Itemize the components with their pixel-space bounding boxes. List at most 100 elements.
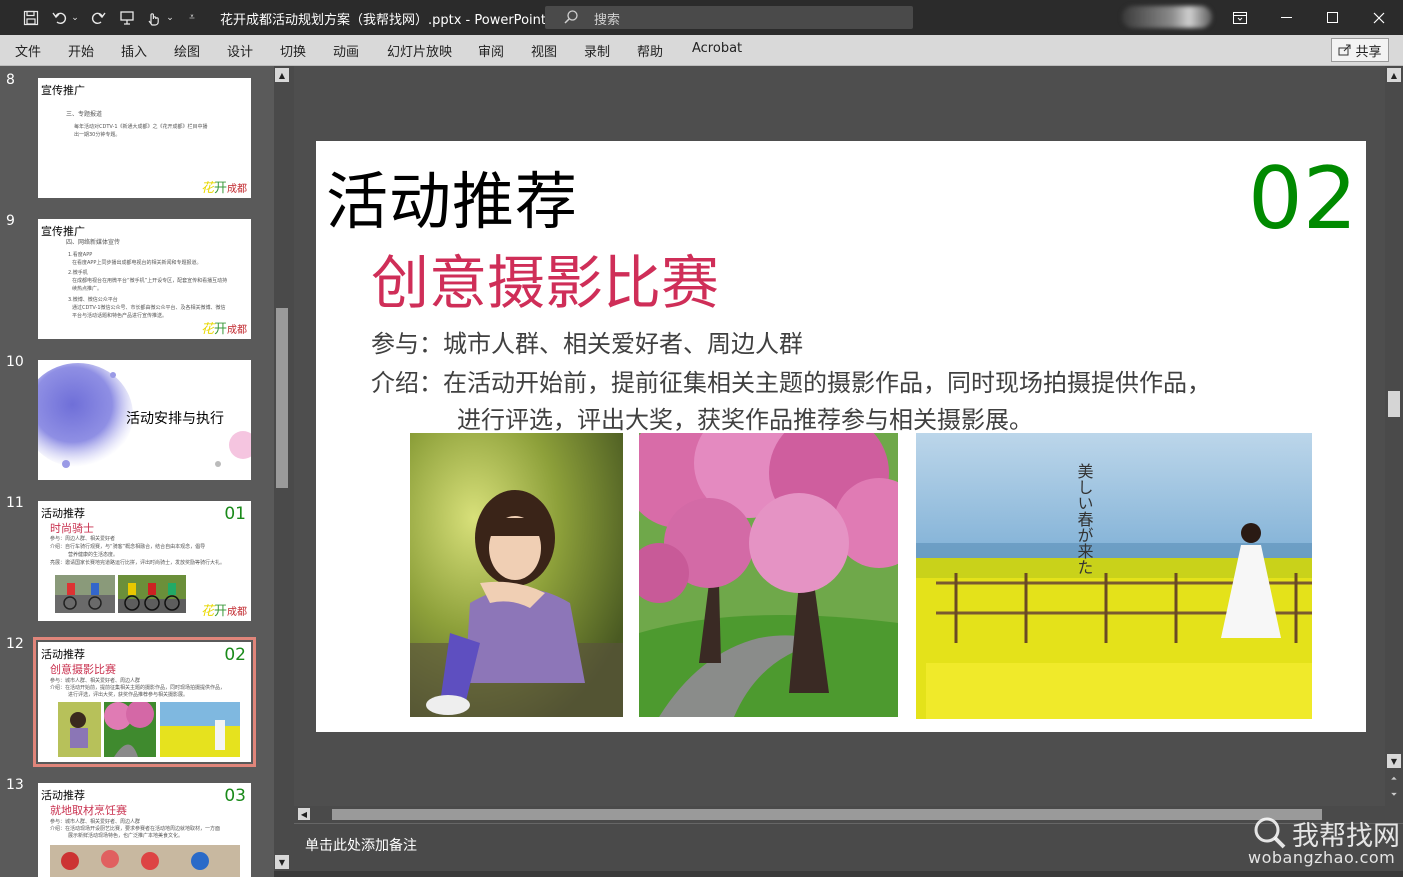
thumb-text: 2.微手机 xyxy=(68,270,88,276)
close-icon[interactable] xyxy=(1356,0,1402,35)
scrollbar-thumb[interactable] xyxy=(1388,391,1400,417)
photo-caption: 美しい春が来た xyxy=(1075,463,1094,575)
thumb-text: 平台与活动话题和特色产品进行宣传推送。 xyxy=(72,313,168,319)
magnifier-icon xyxy=(1254,817,1286,849)
slide-thumbnail-12[interactable]: 活动推荐 02 创意摄影比赛 参与：城市人群、相关爱好者、周边人群 介绍：在活动… xyxy=(33,637,256,767)
girl-portrait-photo[interactable] xyxy=(410,433,623,717)
intro-text-line2[interactable]: 进行评选，评出大奖，获奖作品推荐参与相关摄影展。 xyxy=(457,400,1033,435)
tab-slideshow[interactable]: 幻灯片放映 xyxy=(387,41,452,60)
thumb-text: 三、专题报道 xyxy=(66,111,103,118)
save-icon[interactable] xyxy=(20,0,42,35)
slide-section-number[interactable]: 02 xyxy=(1248,149,1357,249)
thumb-logo: 花开成都 xyxy=(200,322,247,337)
slide-number: 8 xyxy=(6,72,15,88)
redo-icon[interactable] xyxy=(87,0,109,35)
slide-thumbnail-9[interactable]: 宣传推广 四、网络新媒体宣传 1.看度APP 在看度APP上同步播出成都电视台的… xyxy=(38,219,251,339)
thumb-text: 展示新鲜活动现场特色，也广泛推广本地美食文化。 xyxy=(68,833,184,839)
scroll-down-icon[interactable]: ▼ xyxy=(275,855,289,869)
slide-number: 10 xyxy=(6,354,24,370)
tab-design[interactable]: 设计 xyxy=(227,41,253,60)
thumb-subtitle: 时尚骑士 xyxy=(50,522,94,535)
scroll-down-icon[interactable]: ▼ xyxy=(1387,754,1401,768)
tab-draw[interactable]: 绘图 xyxy=(174,41,200,60)
thumb-text: 营养健康的生活态度。 xyxy=(68,552,119,558)
thumb-subtitle: 创意摄影比赛 xyxy=(50,663,116,676)
slide-scrollbar[interactable]: ▲ ▼ ⏶ ⏷ xyxy=(1385,66,1403,806)
thumb-logo: 花开成都 xyxy=(200,181,247,196)
tab-acrobat[interactable]: Acrobat xyxy=(692,41,742,56)
intro-text-line1[interactable]: 介绍：在活动开始前，提前征集相关主题的摄影作品，同时现场拍摄提供作品， xyxy=(371,363,1211,398)
next-slide-icon[interactable]: ⏷ xyxy=(1387,788,1401,802)
cycling-race-photo xyxy=(118,575,186,613)
customize-toolbar-icon[interactable]: ⩡ xyxy=(185,0,199,35)
search-box[interactable]: 搜索 xyxy=(545,6,913,29)
undo-icon[interactable] xyxy=(49,0,71,35)
slide-title[interactable]: 活动推荐 xyxy=(326,151,578,241)
slide-thumbnail-10[interactable]: 活动安排与执行 xyxy=(38,360,251,480)
notes-placeholder[interactable]: 单击此处添加备注 xyxy=(305,835,417,855)
presentation-icon[interactable] xyxy=(116,0,138,35)
touch-dropdown-icon[interactable]: ⌄ xyxy=(165,0,175,35)
slide-number: 11 xyxy=(6,495,24,511)
thumb-text: 通过CDTV-1微信公众号、市长都由微公众平台、及各相关微博、微信 xyxy=(72,305,226,311)
thumb-text: 出一期30分钟专题。 xyxy=(74,132,121,138)
tab-transitions[interactable]: 切换 xyxy=(280,41,306,60)
thumb-heading: 活动推荐 xyxy=(41,507,85,520)
thumb-text: 四、网络新媒体宣传 xyxy=(66,239,121,246)
thumb-text: 介绍：自行车骑行观赛，与“骑客”概念相融合，结合自由本观念，倡导 xyxy=(50,544,206,550)
thumb-heading: 宣传推广 xyxy=(41,225,85,238)
ribbon-display-options-icon[interactable] xyxy=(1217,0,1263,35)
slide-subtitle[interactable]: 创意摄影比赛 xyxy=(371,236,719,320)
slide-thumbnail-pane[interactable]: 8 宣传推广 三、专题报道 每年活动对CDTV-1《新通大成都》之《花开成都》栏… xyxy=(0,66,274,877)
scroll-up-icon[interactable]: ▲ xyxy=(275,68,289,82)
tab-view[interactable]: 视图 xyxy=(531,41,557,60)
thumb-text: 每年活动对CDTV-1《新通大成都》之《花开成都》栏目中播 xyxy=(74,124,208,130)
tab-record[interactable]: 录制 xyxy=(584,41,610,60)
thumb-text: 在看度APP上同步播出成都电视台的相关新闻和专题报道。 xyxy=(72,260,202,266)
slide-number: 13 xyxy=(6,777,24,793)
thumb-number: 03 xyxy=(224,786,246,806)
slide-thumbnail-11[interactable]: 活动推荐 01 时尚骑士 参与：周边人群、相关爱好者 介绍：自行车骑行观赛，与“… xyxy=(38,501,251,621)
current-slide[interactable]: 活动推荐 02 创意摄影比赛 参与：城市人群、相关爱好者、周边人群 介绍：在活动… xyxy=(316,141,1366,732)
tab-insert[interactable]: 插入 xyxy=(121,41,147,60)
slide-thumbnail-13[interactable]: 活动推荐 03 就地取材烹饪赛 参与：城市人群、相关爱好者、周边人群 介绍：在活… xyxy=(38,783,251,877)
thumb-text: 进行评选，评出大奖，获奖作品推荐参与相关摄影展。 xyxy=(68,692,189,698)
touch-mode-icon[interactable] xyxy=(142,0,164,35)
cooking-photos-thumb xyxy=(50,845,240,877)
undo-dropdown-icon[interactable]: ⌄ xyxy=(70,0,80,35)
tab-home[interactable]: 开始 xyxy=(68,41,94,60)
cherry-blossom-path-photo[interactable] xyxy=(639,433,898,717)
title-bar: ⌄ ⌄ ⩡ 花开成都活动规划方案（我帮找网）.pptx - PowerPoint… xyxy=(0,0,1403,35)
thumb-text: 续热点推广。 xyxy=(72,286,103,292)
watermark: 我帮找网 wobangzhao.com xyxy=(1248,812,1400,870)
tab-help[interactable]: 帮助 xyxy=(637,41,663,60)
tab-file[interactable]: 文件 xyxy=(15,41,41,60)
powerpoint-window: ⌄ ⌄ ⩡ 花开成都活动规划方案（我帮找网）.pptx - PowerPoint… xyxy=(0,0,1403,877)
scroll-left-icon[interactable]: ◀ xyxy=(298,808,310,820)
thumbnail-scrollbar[interactable]: ▲ ▼ xyxy=(274,66,290,877)
status-bar xyxy=(274,871,1403,877)
share-button[interactable]: 共享 xyxy=(1331,38,1389,62)
notes-pane[interactable]: 单击此处添加备注 xyxy=(294,823,1403,871)
tab-review[interactable]: 审阅 xyxy=(478,41,504,60)
thumb-text: 在成都电视台在用微平台“微手机”上开设专区，配套宣传和看播互动持 xyxy=(72,278,228,284)
thumb-heading: 宣传推广 xyxy=(41,84,85,97)
scroll-up-icon[interactable]: ▲ xyxy=(1387,68,1401,82)
tab-animations[interactable]: 动画 xyxy=(333,41,359,60)
minimize-icon[interactable] xyxy=(1264,0,1310,35)
account-avatar[interactable] xyxy=(1122,6,1212,28)
participants-text[interactable]: 参与：城市人群、相关爱好者、周边人群 xyxy=(371,324,803,359)
scrollbar-thumb[interactable] xyxy=(332,809,1322,820)
share-label: 共享 xyxy=(1355,44,1382,60)
slide-thumbnail-8[interactable]: 宣传推广 三、专题报道 每年活动对CDTV-1《新通大成都》之《花开成都》栏目中… xyxy=(38,78,251,198)
thumb-text: 亮展：邀请国家长赛地完道路运行比拼，评出时尚骑士，发放奖励等骑行大礼。 xyxy=(50,560,226,566)
scrollbar-thumb[interactable] xyxy=(276,308,288,488)
previous-slide-icon[interactable]: ⏶ xyxy=(1387,772,1401,786)
thumb-subtitle: 就地取材烹饪赛 xyxy=(50,804,127,817)
maximize-icon[interactable] xyxy=(1310,0,1356,35)
slide-number: 9 xyxy=(6,213,15,229)
girl-photo-thumb xyxy=(58,702,101,757)
search-icon xyxy=(564,10,578,24)
horizontal-scrollbar[interactable]: ◀ xyxy=(294,806,1385,823)
rapeseed-field-photo[interactable]: 美しい春が来た xyxy=(916,433,1312,719)
